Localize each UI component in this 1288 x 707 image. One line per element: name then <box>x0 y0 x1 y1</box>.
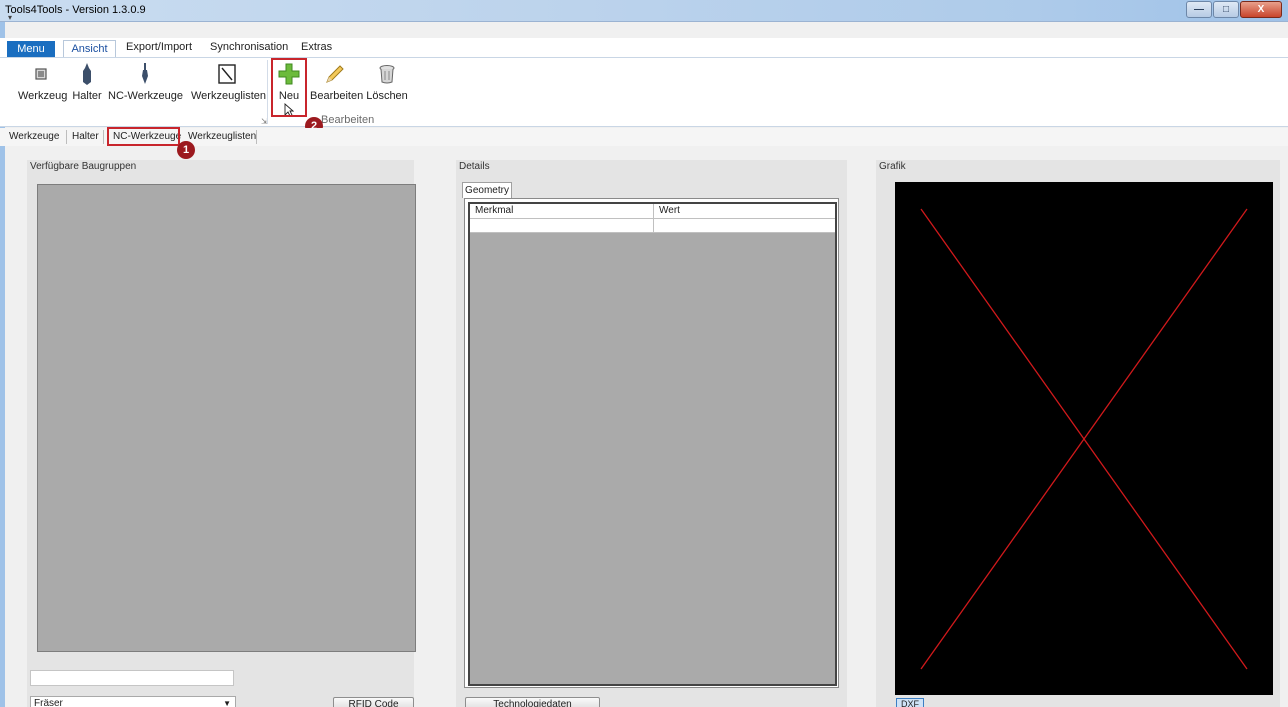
category-dropdown-value: Fräser <box>34 698 63 707</box>
tool-icon <box>34 67 48 84</box>
details-panel: Details Geometry Merkmal Wert Technologi… <box>456 160 847 707</box>
pencil-icon <box>325 64 345 87</box>
group-label-bearbeiten: Bearbeiten <box>321 114 375 126</box>
annotation-badge-1: 1 <box>177 141 195 159</box>
cell-wert[interactable] <box>654 219 835 232</box>
dxf-button[interactable]: DXF <box>896 698 924 707</box>
nc-werkzeuge-label: NC-Werkzeuge <box>108 90 183 102</box>
group-separator <box>267 60 268 124</box>
tool-list-icon <box>218 63 236 87</box>
title-bar: Tools4Tools - Version 1.3.0.9 ▾ — □ X <box>0 0 1288 22</box>
loeschen-button[interactable]: Löschen <box>366 62 408 102</box>
werkzeug-label: Werkzeug <box>18 90 68 102</box>
halter-label: Halter <box>72 90 102 102</box>
grid-header: Merkmal Wert <box>470 204 835 219</box>
subtab-halter[interactable]: Halter <box>72 131 99 142</box>
panel-title: Details <box>459 161 490 172</box>
rfid-code-button[interactable]: RFID Code <box>333 697 414 707</box>
baugruppen-list[interactable] <box>37 184 416 652</box>
nc-tool-icon <box>140 62 150 89</box>
category-dropdown[interactable]: Fräser ▼ <box>30 696 236 707</box>
loeschen-label: Löschen <box>366 90 408 102</box>
subtab-separator <box>256 130 257 144</box>
panel-title: Verfügbare Baugruppen <box>30 161 137 172</box>
table-row[interactable] <box>470 219 835 233</box>
subtab-werkzeuge[interactable]: Werkzeuge <box>9 131 59 142</box>
bearbeiten-label: Bearbeiten <box>310 90 364 102</box>
verfuegbare-baugruppen-panel: Verfügbare Baugruppen Fräser ▼ RFID Code <box>27 160 416 707</box>
tab-export-import[interactable]: Export/Import <box>126 41 192 53</box>
maximize-button[interactable]: □ <box>1213 1 1239 18</box>
quick-access-toolbar-icon[interactable]: ▾ <box>8 14 12 22</box>
subtab-separator <box>103 130 104 144</box>
werkzeuglisten-button[interactable]: Werkzeuglisten <box>191 62 266 102</box>
nc-werkzeuge-button[interactable]: NC-Werkzeuge <box>108 62 183 102</box>
window-title: Tools4Tools - Version 1.3.0.9 <box>5 4 146 16</box>
graphic-canvas[interactable] <box>895 182 1273 695</box>
technologiedaten-button[interactable]: Technologiedaten <box>465 697 600 707</box>
chevron-down-icon: ▼ <box>223 699 231 707</box>
bearbeiten-button[interactable]: Bearbeiten <box>310 62 364 102</box>
search-input[interactable] <box>30 670 234 686</box>
tab-ansicht[interactable]: Ansicht <box>63 40 116 58</box>
neu-highlight <box>271 58 307 117</box>
holder-icon <box>81 62 93 89</box>
close-button[interactable]: X <box>1240 1 1282 18</box>
werkzeuglisten-label: Werkzeuglisten <box>191 90 266 102</box>
window-controls: — □ X <box>1185 1 1282 18</box>
nc-werkzeuge-highlight <box>107 127 180 146</box>
halter-button[interactable]: Halter <box>72 62 102 102</box>
minimize-button[interactable]: — <box>1186 1 1212 18</box>
tab-menu[interactable]: Menu <box>7 41 55 57</box>
subtab-separator <box>66 130 67 144</box>
tab-geometry[interactable]: Geometry <box>462 182 512 198</box>
werkzeug-button[interactable]: Werkzeug <box>18 62 68 102</box>
ribbon-tab-bar: Menu Ansicht Export/Import Synchronisati… <box>0 38 1288 58</box>
column-header-wert[interactable]: Wert <box>654 204 835 218</box>
trash-icon <box>379 64 395 87</box>
ribbon: Werkzeug Halter NC-Werkzeuge Werkzeuglis… <box>0 57 1288 127</box>
grafik-panel: Grafik DXF <box>876 160 1280 707</box>
subtab-werkzeuglisten[interactable]: Werkzeuglisten <box>188 131 256 142</box>
panel-title: Grafik <box>879 161 906 172</box>
cell-merkmal[interactable] <box>470 219 654 232</box>
geometry-tab-content: Merkmal Wert <box>464 198 839 688</box>
sub-tab-bar: Werkzeuge Halter NC-Werkzeuge Werkzeugli… <box>0 128 1288 146</box>
tab-extras[interactable]: Extras <box>301 41 332 53</box>
tab-synchronisation[interactable]: Synchronisation <box>210 41 288 53</box>
column-header-merkmal[interactable]: Merkmal <box>470 204 654 218</box>
details-grid[interactable]: Merkmal Wert <box>468 202 837 686</box>
placeholder-x-icon <box>920 208 1248 670</box>
